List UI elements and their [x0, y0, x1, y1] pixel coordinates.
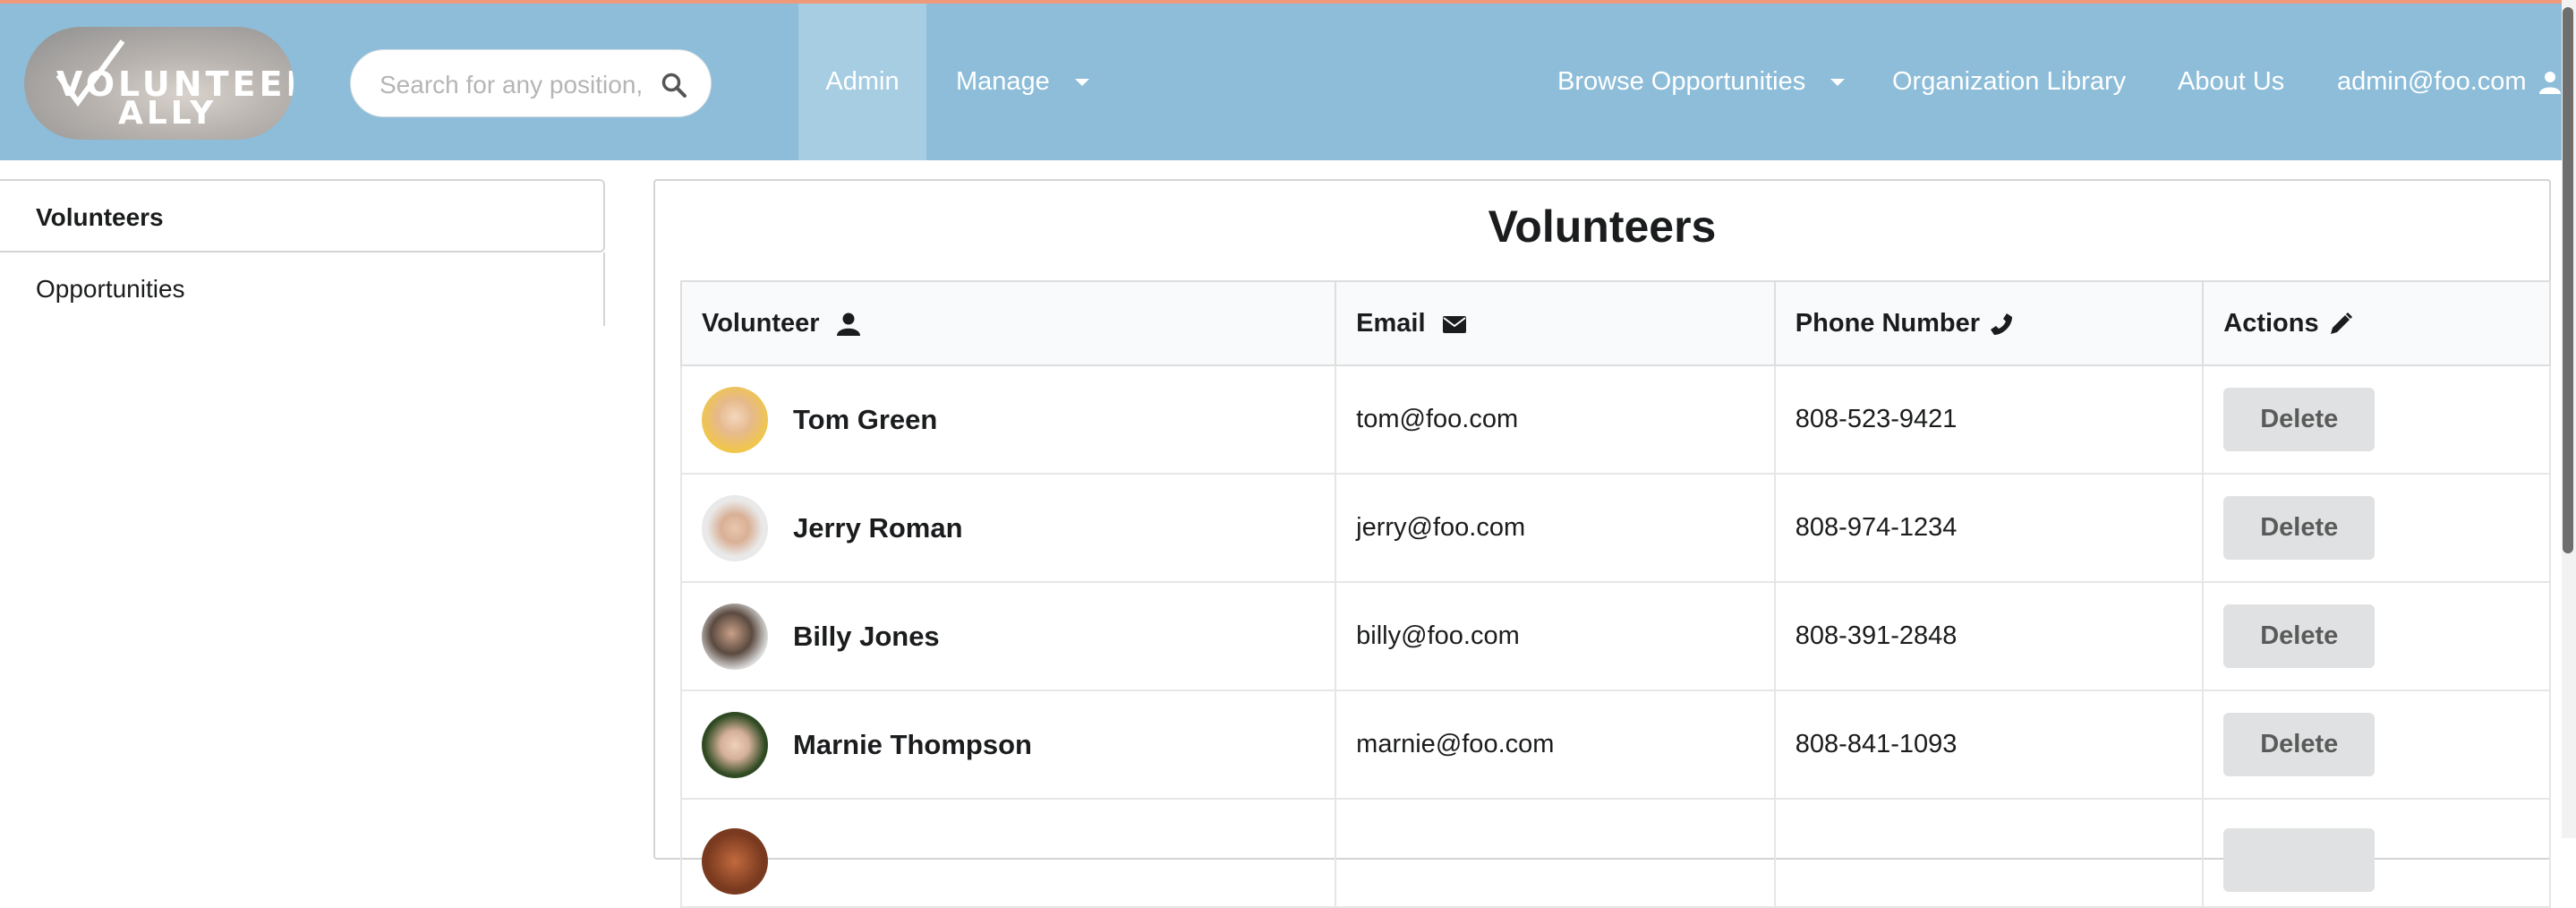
nav-user-email: admin@foo.com [2337, 67, 2527, 96]
avatar [702, 494, 768, 561]
search-icon[interactable] [661, 72, 687, 99]
email-cell [1335, 798, 1776, 908]
column-header-label: Phone Number [1795, 308, 1981, 338]
actions-cell: Delete [2202, 473, 2551, 583]
column-header-phone[interactable]: Phone Number [1773, 280, 2205, 366]
email-cell: marnie@foo.com [1335, 690, 1776, 800]
avatar [702, 386, 768, 453]
avatar [702, 603, 768, 670]
volunteer-name[interactable]: Jerry Roman [793, 512, 963, 544]
phone-icon [1991, 313, 2013, 335]
column-header-actions[interactable]: Actions [2202, 280, 2551, 366]
actions-cell [2202, 798, 2551, 908]
table-row: Tom Green tom@foo.com 808-523-9421 Delet… [679, 364, 2551, 475]
volunteer-name[interactable]: Billy Jones [793, 621, 940, 652]
avatar [702, 711, 768, 778]
nav-manage-dropdown[interactable]: Manage [956, 4, 1089, 160]
page-title: Volunteers [1488, 201, 1717, 252]
column-header-label: Actions [2223, 308, 2319, 338]
sidebar-menu: Volunteers Opportunities [0, 179, 605, 326]
phone-cell: 808-974-1234 [1773, 473, 2205, 583]
column-header-email[interactable]: Email [1335, 280, 1776, 366]
nav-browse-opportunities-dropdown[interactable]: Browse Opportunities [1557, 4, 1846, 160]
table-row [679, 798, 2551, 908]
pencil-icon [2330, 312, 2352, 334]
delete-button[interactable]: Delete [2223, 604, 2376, 668]
chevron-down-icon [1074, 79, 1089, 87]
sidebar-item-opportunities[interactable]: Opportunities [0, 253, 605, 326]
email-cell: jerry@foo.com [1335, 473, 1776, 583]
phone-cell [1773, 798, 2205, 908]
actions-cell: Delete [2202, 690, 2551, 800]
volunteer-name[interactable]: Tom Green [793, 404, 937, 435]
table-row: Jerry Roman jerry@foo.com 808-974-1234 D… [679, 473, 2551, 583]
volunteer-cell: Billy Jones [679, 581, 1337, 691]
logo-text-line2: ALLY [118, 95, 218, 132]
volunteer-cell [679, 798, 1337, 908]
scrollbar-thumb[interactable] [2563, 7, 2573, 553]
column-header-label: Volunteer [702, 308, 820, 338]
nav-about-us[interactable]: About Us [2178, 4, 2284, 160]
nav-browse-label: Browse Opportunities [1557, 67, 1806, 96]
user-icon [836, 313, 860, 336]
volunteer-ally-logo[interactable]: VOLUNTEER ALLY [24, 27, 294, 140]
delete-button[interactable]: Delete [2223, 388, 2376, 451]
column-header-volunteer[interactable]: Volunteer [679, 280, 1337, 366]
nav-manage-label: Manage [956, 67, 1050, 96]
delete-button[interactable]: Delete [2223, 496, 2376, 560]
envelope-icon [1442, 315, 1466, 333]
volunteer-cell: Marnie Thompson [679, 690, 1337, 800]
nav-organization-library[interactable]: Organization Library [1892, 4, 2126, 160]
column-header-label: Email [1356, 308, 1426, 338]
search-box [350, 49, 712, 117]
volunteer-cell: Tom Green [679, 364, 1337, 475]
table-row: Marnie Thompson marnie@foo.com 808-841-1… [679, 690, 2551, 800]
actions-cell: Delete [2202, 581, 2551, 691]
nav-user-menu[interactable]: admin@foo.com [2337, 4, 2563, 160]
email-cell: billy@foo.com [1335, 581, 1776, 691]
delete-button[interactable]: Delete [2223, 713, 2376, 776]
chevron-down-icon [1830, 79, 1846, 87]
actions-cell: Delete [2202, 364, 2551, 475]
email-cell: tom@foo.com [1335, 364, 1776, 475]
search-input[interactable] [378, 66, 650, 104]
nav-admin[interactable]: Admin [798, 4, 926, 160]
table-row: Billy Jones billy@foo.com 808-391-2848 D… [679, 581, 2551, 691]
volunteer-cell: Jerry Roman [679, 473, 1337, 583]
volunteer-name[interactable]: Marnie Thompson [793, 729, 1032, 760]
sidebar-item-volunteers[interactable]: Volunteers [0, 179, 605, 253]
user-icon [2538, 72, 2561, 95]
phone-cell: 808-841-1093 [1773, 690, 2205, 800]
volunteers-table: Volunteer Email Phone Number Actions Tom… [679, 280, 2551, 908]
table-header-row: Volunteer Email Phone Number Actions [679, 280, 2551, 366]
phone-cell: 808-391-2848 [1773, 581, 2205, 691]
phone-cell: 808-523-9421 [1773, 364, 2205, 475]
